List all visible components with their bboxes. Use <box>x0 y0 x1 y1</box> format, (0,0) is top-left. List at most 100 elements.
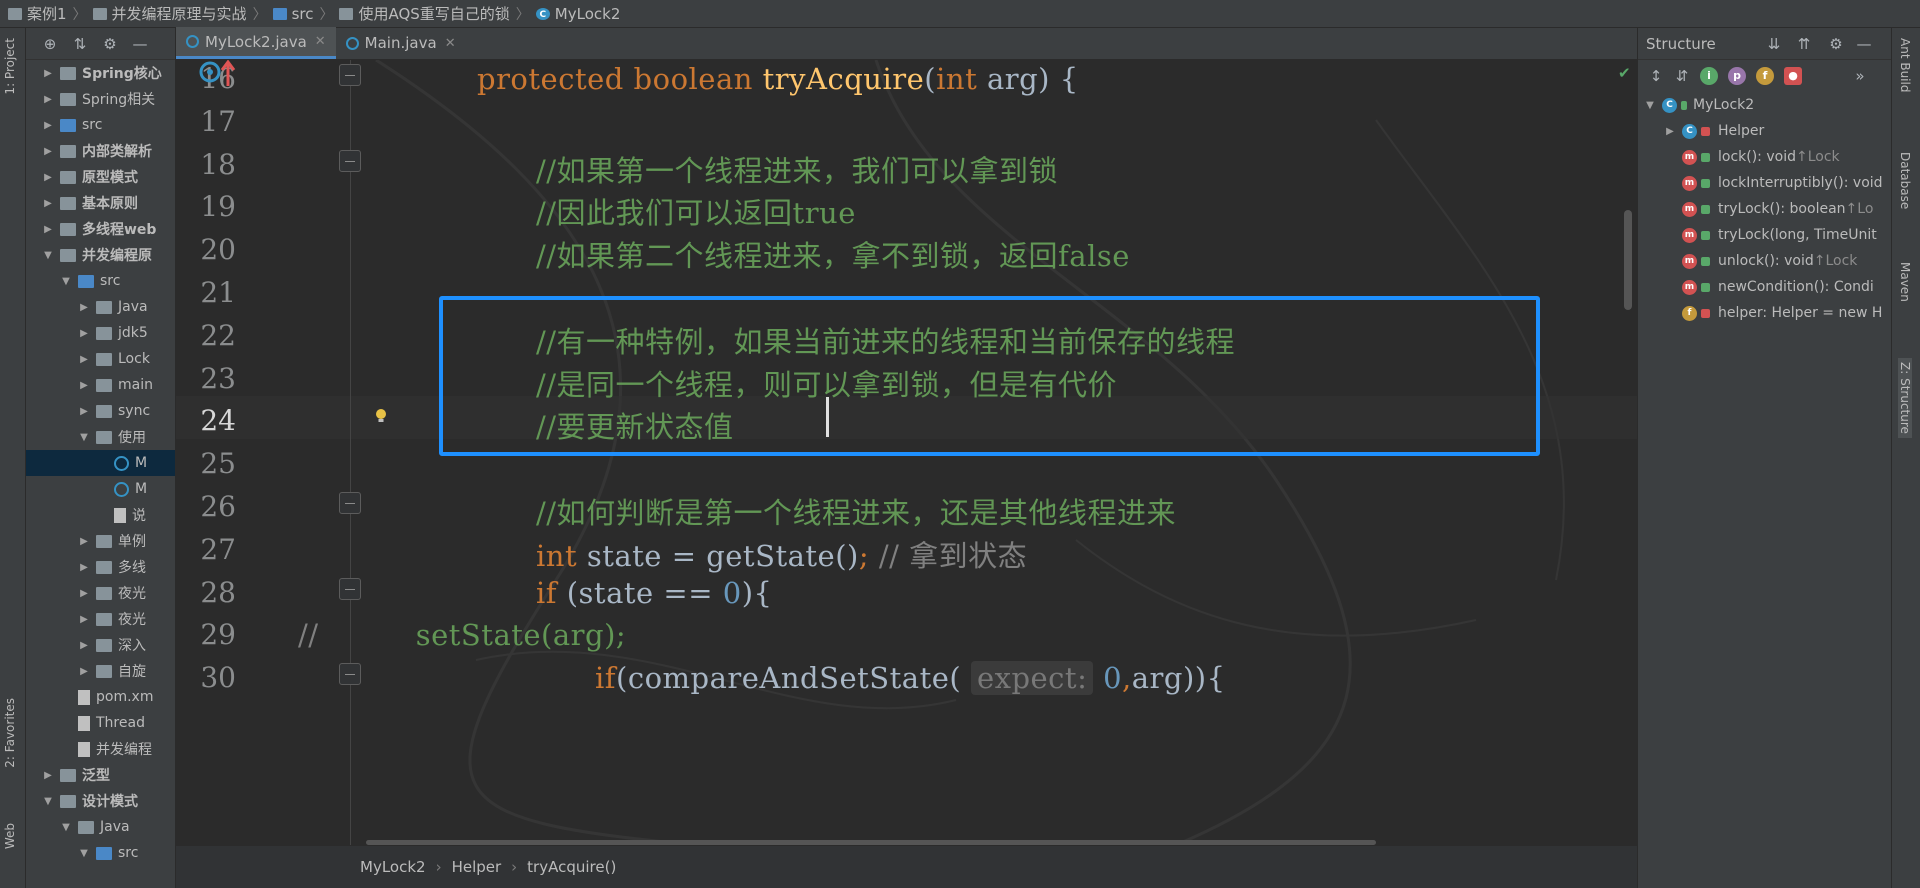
collapse-all-icon[interactable]: ⇅ <box>72 36 88 52</box>
sort-visibility-icon[interactable]: ⇵ <box>1674 68 1690 84</box>
web-tool-button[interactable]: Web <box>3 823 17 849</box>
chevron-right-icon[interactable]: ▶ <box>78 354 90 365</box>
breadcrumb-inner-class[interactable]: Helper <box>452 858 502 876</box>
favorites-tool-button[interactable]: 2: Favorites <box>3 698 17 768</box>
structure-item[interactable]: ▶ C Helper <box>1638 118 1891 144</box>
nav-crumb-module[interactable]: 并发编程原理与实战 <box>92 0 247 28</box>
code-line[interactable]: // setState(arg); <box>298 618 626 652</box>
vertical-scrollbar[interactable] <box>1624 210 1632 310</box>
structure-item[interactable]: m lockInterruptibly(): void <box>1638 170 1891 196</box>
tree-item[interactable]: 并发编程 <box>26 736 175 762</box>
chevron-right-icon[interactable]: ▶ <box>78 640 90 651</box>
minimize-icon[interactable]: — <box>132 36 148 52</box>
database-tool-button[interactable]: Database <box>1898 152 1912 209</box>
code-editor[interactable]: 16 17 18 19 20 21 22 23 24 25 26 27 28 29 30 protected… <box>176 60 1637 845</box>
chevron-right-icon[interactable]: ▶ <box>42 198 54 209</box>
show-properties-icon[interactable]: p <box>1728 67 1746 85</box>
chevron-right-icon[interactable]: ▶ <box>42 68 54 79</box>
fold-marker-icon[interactable] <box>339 492 361 514</box>
code-line[interactable]: if(compareAndSetState( expect: 0,arg)){ <box>595 661 1226 696</box>
chevron-right-icon[interactable]: ▶ <box>78 328 90 339</box>
tree-item[interactable]: ▶ Spring核心 <box>26 60 175 86</box>
code-line[interactable]: //如果第一个线程进来，我们可以拿到锁 <box>536 148 1058 190</box>
tree-item[interactable]: ▶ Lock <box>26 346 175 372</box>
chevron-right-icon[interactable]: ▶ <box>78 562 90 573</box>
tree-item[interactable]: ▶ main <box>26 372 175 398</box>
code-line[interactable]: protected boolean tryAcquire(int arg) { <box>477 62 1079 96</box>
chevron-down-icon[interactable]: ▼ <box>60 822 72 833</box>
tree-item[interactable]: ▼ 并发编程原 <box>26 242 175 268</box>
chevron-right-icon[interactable]: ▶ <box>78 588 90 599</box>
tree-item[interactable]: ▼ 使用 <box>26 424 175 450</box>
structure-item[interactable]: m tryLock(): boolean ↑Lo <box>1638 196 1891 222</box>
ant-build-tool-button[interactable]: Ant Build <box>1898 38 1912 92</box>
tree-item[interactable]: ▶ 夜光 <box>26 580 175 606</box>
structure-item[interactable]: m tryLock(long, TimeUnit <box>1638 222 1891 248</box>
chevron-right-icon[interactable]: ▶ <box>42 172 54 183</box>
close-icon[interactable]: ✕ <box>445 36 456 51</box>
fold-marker-icon[interactable] <box>339 577 361 600</box>
project-tool-button[interactable]: 1: Project <box>3 38 17 95</box>
chevron-right-icon[interactable]: ▶ <box>42 224 54 235</box>
tree-item[interactable]: M <box>26 476 175 502</box>
code-line[interactable]: //如果第二个线程进来，拿不到锁，返回false <box>536 233 1130 275</box>
tree-item[interactable]: ▶ 内部类解析 <box>26 138 175 164</box>
tree-item[interactable]: pom.xm <box>26 684 175 710</box>
code-line[interactable]: if (state == 0){ <box>536 576 772 610</box>
tree-item[interactable]: ▶ 深入 <box>26 632 175 658</box>
chevron-down-icon[interactable]: ▼ <box>1644 100 1656 111</box>
tree-item[interactable]: Thread <box>26 710 175 736</box>
inspection-ok-icon[interactable]: ✔ <box>1618 64 1631 82</box>
chevron-down-icon[interactable]: ▼ <box>78 432 90 443</box>
tree-item[interactable]: ▶ jdk5 <box>26 320 175 346</box>
tree-item[interactable]: ▶ 基本原则 <box>26 190 175 216</box>
tree-item[interactable]: ▶ 多线程web <box>26 216 175 242</box>
breadcrumb-method[interactable]: tryAcquire() <box>527 858 616 876</box>
minimize-icon[interactable]: — <box>1856 36 1872 52</box>
structure-item[interactable]: m lock(): void ↑Lock <box>1638 144 1891 170</box>
chevron-down-icon[interactable]: ▼ <box>60 276 72 287</box>
chevron-right-icon[interactable]: ▶ <box>42 146 54 157</box>
tree-item[interactable]: ▶ Spring相关 <box>26 86 175 112</box>
tree-item[interactable]: ▼ src <box>26 840 175 866</box>
chevron-right-icon[interactable]: ▶ <box>78 536 90 547</box>
tree-item[interactable]: 说 <box>26 502 175 528</box>
code-line[interactable]: //如何判断是第一个线程进来，还是其他线程进来 <box>536 490 1176 532</box>
tab-mylock2[interactable]: MyLock2.java ✕ <box>176 27 336 59</box>
tab-main[interactable]: Main.java ✕ <box>336 27 466 59</box>
chevron-right-icon[interactable]: ▶ <box>78 302 90 313</box>
close-icon[interactable]: ✕ <box>315 34 326 49</box>
breadcrumb-class[interactable]: MyLock2 <box>360 858 426 876</box>
structure-item[interactable]: f helper: Helper = new H <box>1638 300 1891 326</box>
structure-item[interactable]: m newCondition(): Condi <box>1638 274 1891 300</box>
chevron-right-icon[interactable]: ▶ <box>42 120 54 131</box>
chevron-right-icon[interactable]: ▶ <box>42 770 54 781</box>
code-line[interactable]: //因此我们可以返回true <box>536 190 856 232</box>
locate-icon[interactable]: ⊕ <box>42 36 58 52</box>
override-method-icon[interactable] <box>198 60 242 90</box>
more-icon[interactable]: » <box>1852 68 1868 84</box>
chevron-right-icon[interactable]: ▶ <box>1664 126 1676 137</box>
fold-marker-icon[interactable] <box>339 64 361 86</box>
chevron-right-icon[interactable]: ▶ <box>78 666 90 677</box>
structure-item[interactable]: m unlock(): void ↑Lock <box>1638 248 1891 274</box>
gear-icon[interactable]: ⚙ <box>102 36 118 52</box>
fold-marker-icon[interactable] <box>339 149 361 172</box>
structure-root[interactable]: ▼ C MyLock2 <box>1638 92 1891 118</box>
tree-item[interactable]: M <box>26 450 175 476</box>
code-line[interactable]: int state = getState(); // 拿到状态 <box>536 533 1027 575</box>
tree-item[interactable]: ▶ sync <box>26 398 175 424</box>
chevron-right-icon[interactable]: ▶ <box>78 380 90 391</box>
tree-item[interactable]: ▶ 原型模式 <box>26 164 175 190</box>
tree-item[interactable]: ▶ 自旋 <box>26 658 175 684</box>
tree-item[interactable]: ▼ 设计模式 <box>26 788 175 814</box>
chevron-right-icon[interactable]: ▶ <box>42 94 54 105</box>
show-inherited-icon[interactable]: i <box>1700 67 1718 85</box>
nav-crumb-class[interactable]: C MyLock2 <box>535 0 620 28</box>
nav-crumb-src[interactable]: src <box>272 0 313 28</box>
chevron-right-icon[interactable]: ▶ <box>78 614 90 625</box>
show-non-public-icon[interactable]: ● <box>1784 67 1802 85</box>
nav-crumb-project[interactable]: 案例1 <box>8 0 67 28</box>
expand-all-icon[interactable]: ⇊ <box>1766 36 1782 52</box>
lightbulb-icon[interactable] <box>374 408 388 424</box>
